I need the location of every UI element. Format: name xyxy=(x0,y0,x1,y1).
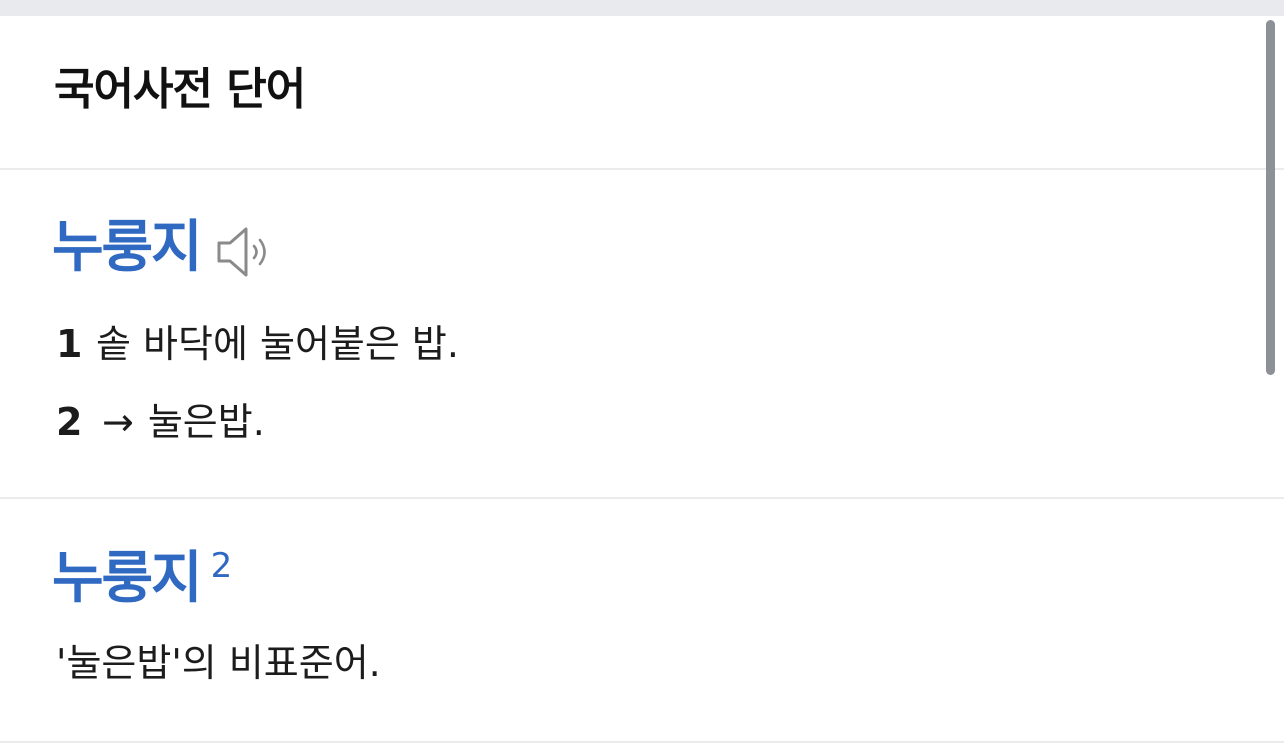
arrow-icon: → xyxy=(102,400,134,444)
section-title: 국어사전 단어 xyxy=(54,64,306,115)
section-header: 국어사전 단어 xyxy=(0,16,1284,170)
sense-definition: 솥 바닥에 눌어붙은 밥. xyxy=(96,322,459,366)
top-strip xyxy=(0,0,1284,16)
headword-link[interactable]: 누룽지 xyxy=(52,212,203,284)
headword-row: 누룽지 2 xyxy=(52,543,232,615)
sense-item: 1 솥 바닥에 눌어붙은 밥. xyxy=(56,318,459,370)
headword-link[interactable]: 누룽지 xyxy=(52,543,203,615)
headword-row: 누룽지 xyxy=(52,212,275,284)
entry-definition: '눌은밥'의 비표준어. xyxy=(56,641,381,685)
scrollbar-thumb[interactable] xyxy=(1266,20,1275,375)
speaker-icon[interactable] xyxy=(215,222,275,282)
dictionary-entry: 누룽지 1 솥 바닥에 눌어붙은 밥. 2 → 눌은밥. xyxy=(0,170,1284,499)
sense-number: 1 xyxy=(56,322,83,366)
dictionary-entry: 누룽지 2 '눌은밥'의 비표준어. xyxy=(0,499,1284,743)
homonym-number: 2 xyxy=(210,546,233,586)
sense-reference-link[interactable]: 눌은밥. xyxy=(148,396,265,448)
sense-item: 2 → 눌은밥. xyxy=(56,396,265,448)
sense-number: 2 xyxy=(56,400,83,444)
